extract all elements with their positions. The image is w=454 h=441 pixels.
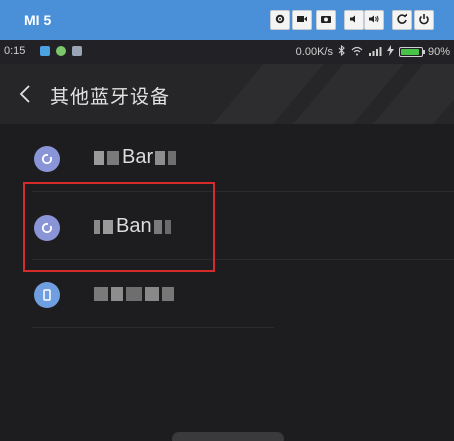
status-bar: 0:15 0.00K/s 90%: [0, 40, 454, 64]
device-name: Bar: [94, 146, 179, 169]
screenshot-button[interactable]: [316, 10, 336, 30]
obscured-text: [94, 286, 108, 301]
battery-icon: [398, 47, 425, 57]
status-right-group: 0.00K/s 90%: [295, 44, 450, 59]
rotate-button[interactable]: [392, 10, 412, 30]
page-header: 其他蓝牙设备: [0, 64, 454, 124]
network-speed: 0.00K/s: [295, 46, 333, 58]
camera-icon: [320, 13, 332, 28]
charging-icon: [386, 45, 394, 59]
record-button[interactable]: [292, 10, 312, 30]
emulator-title-bar: MI 5: [0, 0, 454, 40]
battery-percent: 90%: [427, 46, 450, 58]
back-icon[interactable]: [18, 84, 32, 104]
device-list: Bar Ban: [0, 124, 454, 441]
volume-down-icon: [348, 13, 360, 28]
volume-up-icon: [368, 13, 380, 28]
highlight-box: [23, 182, 215, 272]
status-time: 0:15: [4, 45, 26, 57]
power-icon: [418, 13, 430, 28]
notification-icon: [72, 46, 82, 56]
rotate-icon: [396, 13, 408, 28]
device-name: [94, 282, 177, 305]
obscured-text: [126, 286, 142, 301]
bottom-handle: [172, 432, 284, 441]
notification-app-icon: [40, 46, 50, 56]
battery-tip: [422, 50, 425, 54]
obscured-text: [145, 286, 159, 301]
volume-down-button[interactable]: [344, 10, 364, 30]
android-icon: [56, 46, 66, 56]
settings-button[interactable]: [270, 10, 290, 30]
phone-icon: [34, 282, 60, 308]
bluetooth-device-icon: [34, 146, 60, 172]
volume-up-button[interactable]: [364, 10, 384, 30]
emulator-title: MI 5: [24, 12, 52, 28]
obscured-text: [168, 150, 177, 165]
video-icon: [296, 13, 308, 28]
bluetooth-icon: [338, 44, 346, 59]
page-title: 其他蓝牙设备: [50, 86, 171, 108]
divider: [32, 327, 274, 328]
emulator-window: MI 5 0:15 0.00K/s 90% 其他蓝牙设备 Bar Ban: [0, 0, 454, 441]
obscured-text: [162, 286, 174, 301]
power-button[interactable]: [414, 10, 434, 30]
settings-icon: [274, 13, 286, 28]
wifi-icon: [351, 46, 363, 59]
obscured-text: [107, 150, 119, 165]
obscured-text: [111, 286, 123, 301]
signal-icon: [368, 46, 382, 59]
obscured-text: [155, 150, 166, 165]
device-name-visible: Bar: [122, 146, 154, 168]
obscured-text: [94, 150, 104, 165]
battery-level: [400, 49, 419, 55]
